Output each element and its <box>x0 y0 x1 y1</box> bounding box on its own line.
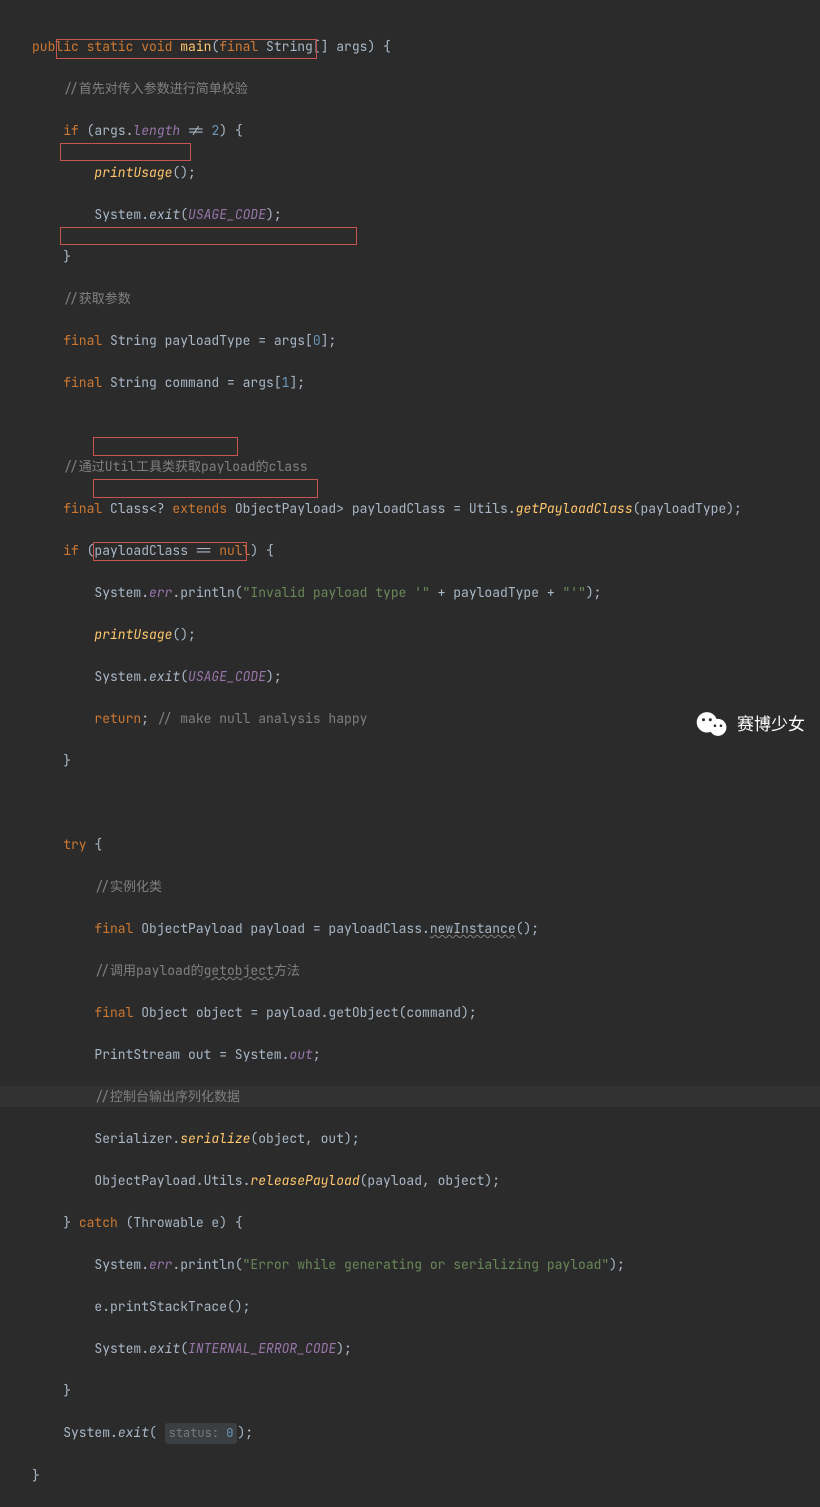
comment-util: //通过Util工具类获取payload的class <box>63 458 307 475</box>
comment-validate: //首先对传入参数进行简单校验 <box>63 80 248 97</box>
watermark-text: 赛博少女 <box>737 714 805 735</box>
wechat-icon <box>695 710 729 738</box>
comment-output: //控制台输出序列化数据 <box>94 1088 240 1105</box>
modifiers: public static void <box>32 38 172 55</box>
watermark: 赛博少女 <box>695 710 805 738</box>
comment-instance: //实例化类 <box>94 878 162 895</box>
code-block: public static void main(final String[] a… <box>0 0 820 1507</box>
inlay-hint: status: 0 <box>165 1423 238 1444</box>
comment-getargs: //获取参数 <box>63 290 131 307</box>
